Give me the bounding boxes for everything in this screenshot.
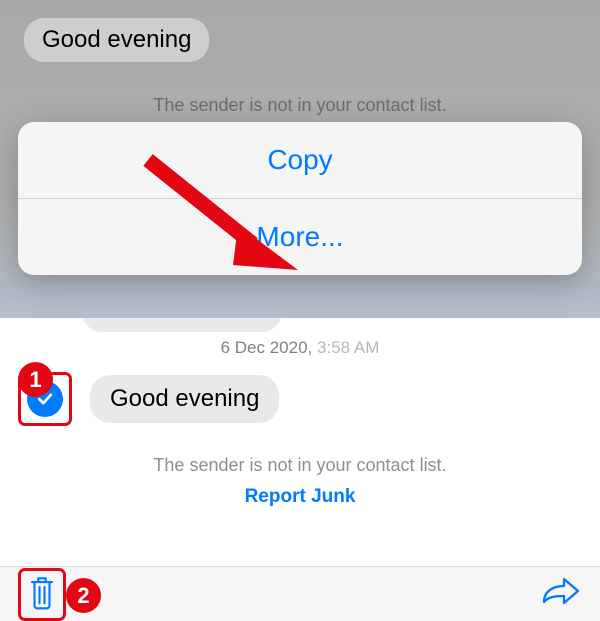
delete-button[interactable] bbox=[27, 574, 57, 615]
forward-button[interactable] bbox=[540, 576, 582, 613]
annotation-box-trash bbox=[18, 568, 66, 621]
trash-icon bbox=[27, 574, 57, 610]
contact-warning-top: The sender is not in your contact list. bbox=[0, 95, 600, 116]
more-menu-item[interactable]: More... bbox=[18, 199, 582, 275]
annotation-badge-2: 2 bbox=[66, 578, 101, 613]
message-bubble-bottom[interactable]: Good evening bbox=[90, 375, 279, 423]
tutorial-composite: Good evening The sender is not in your c… bbox=[0, 0, 600, 621]
copy-menu-item[interactable]: Copy bbox=[18, 122, 582, 198]
annotation-badge-1: 1 bbox=[18, 362, 53, 397]
forward-arrow-icon bbox=[540, 576, 582, 608]
chat-selection-view: 6 Dec 2020, 3:58 AM Good evening The sen… bbox=[0, 318, 600, 621]
message-text: Good evening bbox=[42, 26, 191, 53]
message-bubble-top[interactable]: Good evening bbox=[24, 18, 209, 62]
previous-bubble-edge bbox=[82, 318, 282, 332]
chat-dimmed-view: Good evening The sender is not in your c… bbox=[0, 0, 600, 318]
context-menu: Copy More... bbox=[18, 122, 582, 275]
message-text: Good evening bbox=[110, 385, 259, 412]
